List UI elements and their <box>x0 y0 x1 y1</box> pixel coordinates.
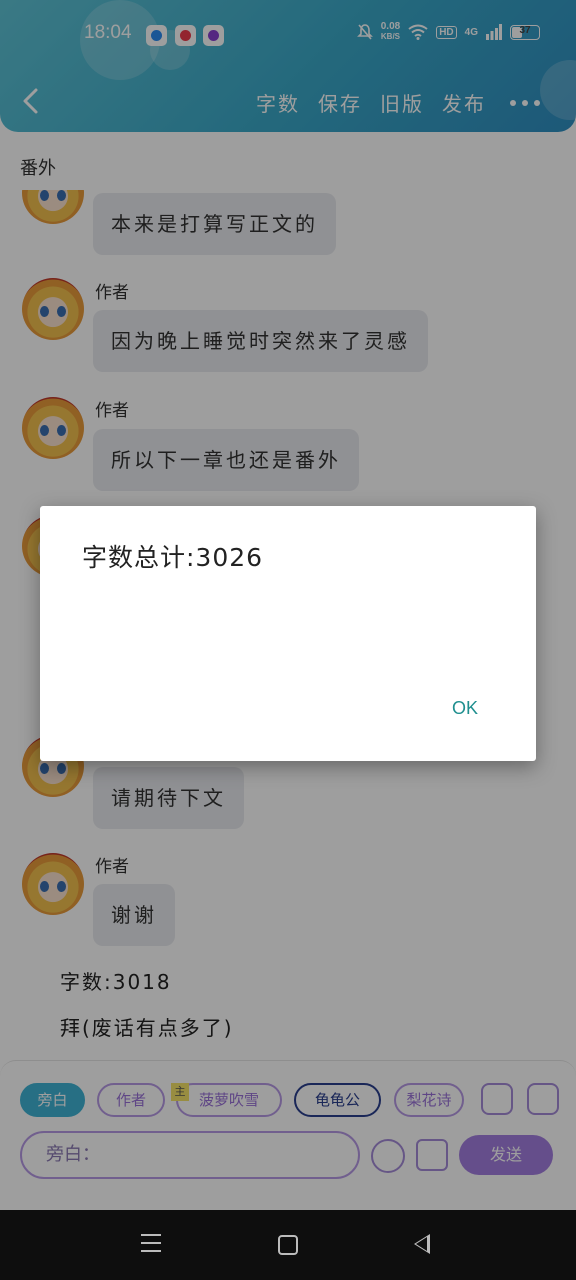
system-navigation-bar <box>0 1210 576 1280</box>
word-count-dialog: 字数总计:3026 OK <box>40 506 536 761</box>
home-icon[interactable] <box>278 1235 298 1255</box>
dialog-message: 字数总计:3026 <box>82 543 264 572</box>
system-back-icon[interactable] <box>414 1234 430 1254</box>
recent-apps-icon[interactable] <box>141 1234 161 1254</box>
ok-button[interactable]: OK <box>452 698 478 719</box>
